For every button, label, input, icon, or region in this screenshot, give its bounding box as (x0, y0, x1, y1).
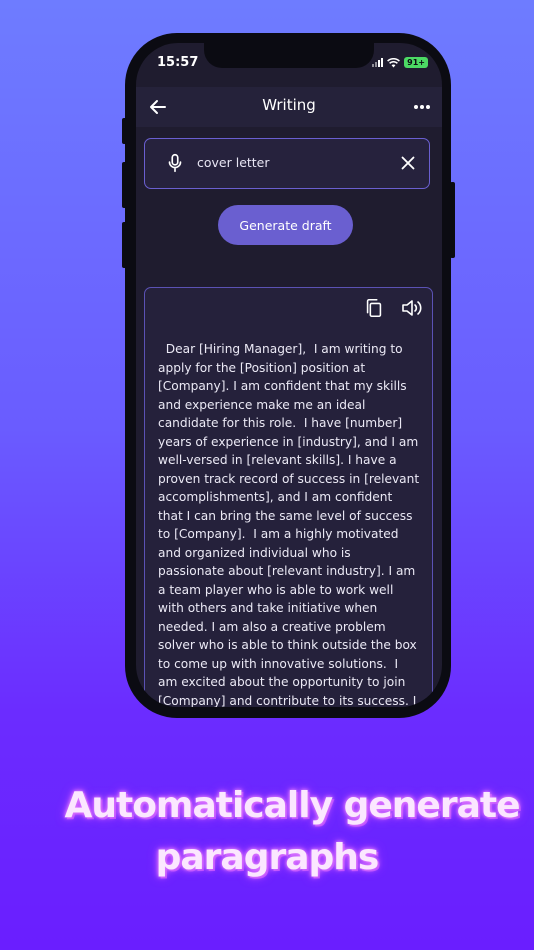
caption-line-2: paragraphs (155, 837, 380, 878)
caption-line-1: Automatically generate (64, 785, 521, 826)
page-title: Writing (262, 96, 316, 114)
prompt-input-box (144, 138, 430, 189)
close-icon[interactable] (397, 152, 419, 174)
volume-up-button (122, 162, 127, 208)
more-options-icon[interactable] (410, 95, 434, 119)
phone-screen: 15:57 91+ Writing cover letter Generate … (136, 43, 442, 707)
status-time: 15:57 (157, 55, 199, 70)
promo-caption: Automatically generate paragraphs (0, 780, 534, 884)
volume-down-button (122, 222, 127, 268)
generate-draft-button[interactable]: Generate draft (218, 205, 353, 245)
battery-indicator: 91+ (404, 57, 428, 68)
output-card: Dear [Hiring Manager], I am writing to a… (144, 287, 433, 707)
prompt-input[interactable] (197, 155, 397, 170)
mute-switch (122, 118, 127, 144)
power-button (450, 182, 455, 258)
signal-icon (372, 58, 384, 67)
status-bar: 15:57 91+ (136, 43, 442, 83)
generated-text: Dear [Hiring Manager], I am writing to a… (158, 342, 420, 707)
speaker-icon[interactable] (400, 297, 424, 319)
wifi-icon (387, 57, 401, 67)
copy-icon[interactable] (363, 297, 385, 319)
app-header: Writing (136, 87, 442, 127)
microphone-icon[interactable] (164, 152, 186, 174)
status-icons: 91+ (372, 57, 428, 68)
